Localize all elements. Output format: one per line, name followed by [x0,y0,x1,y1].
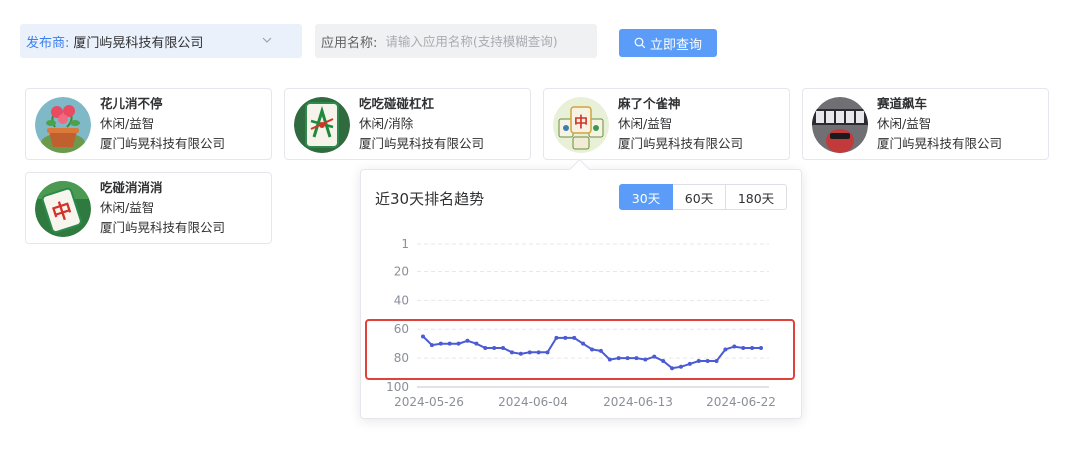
app-card[interactable]: 中 吃碰消消消 休闲/益智 厦门屿晃科技有限公司 [25,172,272,244]
query-button-label: 立即查询 [649,36,702,52]
x-tick-label: 2024-06-13 [603,395,673,409]
x-tick-label: 2024-06-04 [498,395,568,409]
app-name: 吃吃碰碰杠杠 [359,96,435,111]
app-category: 休闲/益智 [100,116,155,131]
y-tick-label: 20 [394,264,409,278]
app-name-label: 应用名称: [321,35,378,51]
tab-30-days[interactable]: 30天 [619,184,673,210]
app-name: 赛道飙车 [877,96,928,111]
search-icon [634,37,646,49]
highlight-annotation [365,319,795,380]
app-publisher: 厦门屿晃科技有限公司 [100,136,226,151]
y-tick-label: 40 [394,293,409,307]
app-name-field: 应用名称: [315,24,597,58]
app-name: 麻了个雀神 [618,96,681,111]
app-category: 休闲/益智 [618,116,673,131]
moto-rider-icon [812,97,868,153]
app-card[interactable]: 吃吃碰碰杠杠 休闲/消除 厦门屿晃科技有限公司 [284,88,531,160]
app-publisher: 厦门屿晃科技有限公司 [618,136,744,151]
publisher-label: 发布商: [26,35,70,51]
y-tick-label: 1 [401,237,409,251]
app-category: 休闲/消除 [359,116,414,131]
app-card[interactable]: 花儿消不停 休闲/益智 厦门屿晃科技有限公司 [25,88,272,160]
x-tick-label: 2024-05-26 [394,395,464,409]
app-name: 花儿消不停 [100,96,163,111]
rank-trend-popover: 近30天排名趋势 30天 60天 180天 1 20 40 60 80 100 2024-… [360,169,802,419]
y-tick-label: 100 [386,380,409,394]
svg-text:中: 中 [574,114,588,131]
app-category: 休闲/益智 [100,200,155,215]
query-button[interactable]: 立即查询 [619,29,717,57]
publisher-select[interactable]: 发布商: 厦门屿晃科技有限公司 [20,24,302,58]
mahjong-tiles-icon: 中 [553,97,609,153]
publisher-value: 厦门屿晃科技有限公司 [73,35,204,51]
app-card[interactable]: 赛道飙车 休闲/益智 厦门屿晃科技有限公司 [802,88,1049,160]
app-card[interactable]: 中 麻了个雀神 休闲/益智 厦门屿晃科技有限公司 [543,88,790,160]
app-category: 休闲/益智 [877,116,932,131]
app-publisher: 厦门屿晃科技有限公司 [359,136,485,151]
x-tick-label: 2024-06-22 [706,395,776,409]
mahjong-red-zhong-icon: 中 [35,181,91,237]
app-name-input[interactable] [385,33,576,49]
app-name: 吃碰消消消 [100,180,163,195]
chevron-down-icon[interactable] [260,33,274,47]
flower-pot-icon [35,97,91,153]
mahjong-green-dragon-icon [294,97,350,153]
app-publisher: 厦门屿晃科技有限公司 [100,220,226,235]
app-publisher: 厦门屿晃科技有限公司 [877,136,1003,151]
rank-trend-chart: 120406080100 2024-05-26 2024-06-04 2024-06… [386,237,776,409]
